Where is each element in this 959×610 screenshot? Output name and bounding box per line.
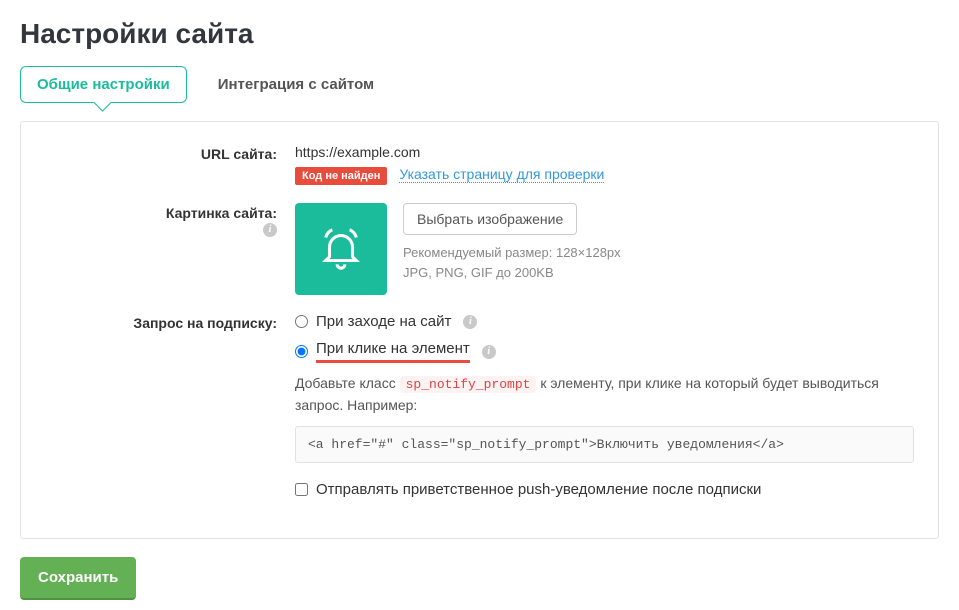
bell-icon bbox=[318, 226, 364, 272]
tab-general[interactable]: Общие настройки bbox=[20, 66, 187, 103]
image-hint: Рекомендуемый размер: 128×128px JPG, PNG… bbox=[403, 243, 621, 282]
welcome-push-input[interactable] bbox=[295, 483, 308, 496]
choose-image-button[interactable]: Выбрать изображение bbox=[403, 203, 577, 235]
page-title: Настройки сайта bbox=[20, 18, 939, 50]
welcome-push-checkbox[interactable]: Отправлять приветственное push-уведомлен… bbox=[295, 481, 914, 498]
image-value-col: Выбрать изображение Рекомендуемый размер… bbox=[295, 203, 914, 295]
radio-on-click-input[interactable] bbox=[295, 345, 308, 358]
image-row: Картинка сайта: i Выбрать изображение Ре… bbox=[45, 203, 914, 295]
url-row: URL сайта: https://example.com Код не на… bbox=[45, 144, 914, 185]
radio-on-visit-input[interactable] bbox=[295, 315, 308, 328]
tab-integration[interactable]: Интеграция с сайтом bbox=[201, 66, 391, 103]
info-icon[interactable]: i bbox=[263, 223, 277, 237]
info-icon[interactable]: i bbox=[482, 345, 496, 359]
class-code: sp_notify_prompt bbox=[400, 376, 537, 393]
url-value: https://example.com bbox=[295, 144, 914, 160]
tabs: Общие настройки Интеграция с сайтом bbox=[20, 66, 939, 103]
info-icon[interactable]: i bbox=[463, 315, 477, 329]
subscribe-value-col: При заходе на сайт i При клике на элемен… bbox=[295, 313, 914, 498]
radio-on-visit[interactable]: При заходе на сайт i bbox=[295, 313, 914, 330]
subscribe-label: Запрос на подписку: bbox=[45, 313, 295, 498]
specify-page-link[interactable]: Указать страницу для проверки bbox=[399, 166, 604, 183]
url-value-col: https://example.com Код не найден Указат… bbox=[295, 144, 914, 185]
radio-on-click[interactable]: При клике на элемент i bbox=[295, 340, 914, 363]
subscribe-row: Запрос на подписку: При заходе на сайт i… bbox=[45, 313, 914, 498]
code-not-found-badge: Код не найден bbox=[295, 167, 387, 185]
code-example: <a href="#" class="sp_notify_prompt">Вкл… bbox=[295, 426, 914, 463]
site-image-preview[interactable] bbox=[295, 203, 387, 295]
settings-panel: URL сайта: https://example.com Код не на… bbox=[20, 121, 939, 539]
subscribe-desc: Добавьте класс sp_notify_prompt к элемен… bbox=[295, 373, 914, 416]
save-button[interactable]: Сохранить bbox=[20, 557, 136, 600]
url-label: URL сайта: bbox=[45, 144, 295, 185]
image-label: Картинка сайта: i bbox=[45, 203, 295, 295]
